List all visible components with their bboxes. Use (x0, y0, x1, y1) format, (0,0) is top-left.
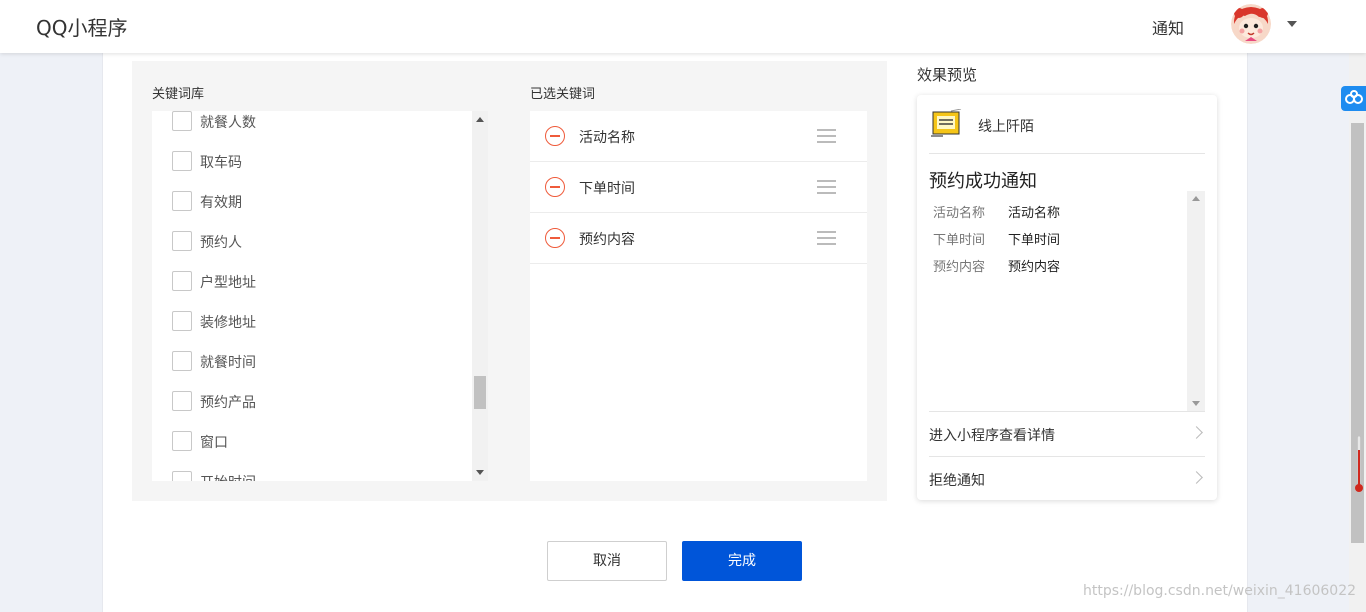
selected-keyword-label: 下单时间 (579, 181, 635, 197)
keyword-checkbox[interactable] (172, 391, 192, 411)
keyword-option[interactable]: 预约产品 (152, 391, 472, 431)
user-avatar-icon[interactable] (1231, 4, 1271, 44)
keyword-option-label: 就餐人数 (200, 115, 256, 131)
brand-title[interactable]: QQ小程序 (36, 12, 127, 41)
selected-keywords-list: 活动名称 下单时间 预约内容 (530, 111, 867, 481)
preview-row-key: 预约内容 (933, 260, 986, 275)
preview-row-value: 活动名称 (1008, 206, 1061, 221)
drag-handle-icon[interactable] (817, 180, 836, 194)
scroll-up-arrow-icon[interactable] (1192, 196, 1200, 201)
watermark-text: https://blog.csdn.net/weixin_41606022 (1083, 583, 1357, 599)
page-scrollbar[interactable] (1349, 53, 1366, 612)
reject-notification-label: 拒绝通知 (929, 473, 985, 489)
keyword-checkbox[interactable] (172, 311, 192, 331)
drag-handle-icon[interactable] (817, 231, 836, 245)
keyword-option-label: 取车码 (200, 155, 242, 171)
notifications-link[interactable]: 通知 (1152, 15, 1184, 39)
scroll-down-arrow-icon[interactable] (1192, 401, 1200, 406)
preview-message-title: 预约成功通知 (929, 171, 1037, 192)
chevron-right-icon (1190, 471, 1203, 484)
keyword-option[interactable]: 窗口 (152, 431, 472, 471)
keyword-library-scrollbar[interactable] (472, 111, 488, 481)
keyword-option[interactable]: 有效期 (152, 191, 472, 231)
keyword-option-label: 预约人 (200, 235, 242, 251)
keyword-checkbox[interactable] (172, 471, 192, 481)
keyword-option[interactable]: 装修地址 (152, 311, 472, 351)
selected-keywords-title: 已选关键词 (530, 87, 596, 102)
cancel-button[interactable]: 取消 (547, 541, 667, 581)
reject-notification-link[interactable]: 拒绝通知 (929, 457, 1205, 501)
preview-title: 效果预览 (917, 66, 978, 84)
keyword-option[interactable]: 户型地址 (152, 271, 472, 311)
view-details-link[interactable]: 进入小程序查看详情 (929, 412, 1205, 456)
side-share-tab-icon[interactable] (1341, 86, 1366, 111)
app-logo-icon (929, 108, 963, 139)
divider (929, 153, 1205, 154)
thermometer-widget-icon[interactable] (1355, 435, 1363, 494)
preview-message-body: 活动名称 活动名称 下单时间 下单时间 预约内容 预约内容 (929, 191, 1205, 411)
keyword-checkbox[interactable] (172, 151, 192, 171)
keyword-option[interactable]: 预约人 (152, 231, 472, 271)
preview-app-name: 线上阡陌 (978, 119, 1034, 135)
keyword-option[interactable]: 开始时间 (152, 471, 472, 481)
keyword-checkbox[interactable] (172, 231, 192, 251)
keyword-checkbox[interactable] (172, 191, 192, 211)
remove-keyword-minus-icon[interactable] (545, 228, 565, 248)
view-details-label: 进入小程序查看详情 (929, 428, 1055, 444)
keyword-option-label: 户型地址 (200, 275, 256, 291)
keyword-option-label: 开始时间 (200, 472, 256, 481)
selected-keyword-row: 预约内容 (530, 213, 867, 264)
drag-handle-icon[interactable] (817, 129, 836, 143)
remove-keyword-minus-icon[interactable] (545, 126, 565, 146)
scroll-up-arrow-icon[interactable] (476, 117, 484, 122)
account-dropdown-caret-icon[interactable] (1287, 21, 1297, 27)
keyword-option-label: 装修地址 (200, 315, 256, 331)
keyword-option-label: 就餐时间 (200, 355, 256, 371)
preview-card: 线上阡陌 预约成功通知 活动名称 活动名称 下单时间 下单时间 预约内容 预约内… (917, 95, 1217, 500)
preview-row-key: 活动名称 (933, 206, 986, 221)
keyword-option[interactable]: 就餐人数 (152, 111, 472, 151)
keyword-library-title: 关键词库 (152, 87, 205, 102)
done-button[interactable]: 完成 (682, 541, 802, 581)
keyword-checkbox[interactable] (172, 271, 192, 291)
keyword-checkbox[interactable] (172, 431, 192, 451)
selected-keyword-label: 活动名称 (579, 130, 635, 146)
preview-scrollbar[interactable] (1187, 191, 1205, 411)
preview-row-value: 预约内容 (1008, 260, 1061, 275)
keyword-option-label: 预约产品 (200, 395, 256, 411)
keyword-option[interactable]: 取车码 (152, 151, 472, 191)
selected-keyword-row: 下单时间 (530, 162, 867, 213)
preview-row-value: 下单时间 (1008, 233, 1061, 248)
selected-keyword-label: 预约内容 (579, 232, 635, 248)
keyword-option-label: 窗口 (200, 435, 228, 451)
scroll-down-arrow-icon[interactable] (476, 470, 484, 475)
preview-row-key: 下单时间 (933, 233, 986, 248)
keyword-option-label: 有效期 (200, 195, 242, 211)
keyword-option[interactable]: 就餐时间 (152, 351, 472, 391)
keyword-library-list[interactable]: 就餐人数 取车码 有效期 预约人 户型地址 装修地址 就餐时间 预约产品 窗口 … (152, 111, 472, 481)
scrollbar-thumb[interactable] (474, 376, 486, 409)
chevron-right-icon (1190, 426, 1203, 439)
remove-keyword-minus-icon[interactable] (545, 177, 565, 197)
selected-keyword-row: 活动名称 (530, 111, 867, 162)
keyword-checkbox[interactable] (172, 111, 192, 131)
keyword-checkbox[interactable] (172, 351, 192, 371)
top-bar: QQ小程序 通知 (0, 0, 1366, 53)
